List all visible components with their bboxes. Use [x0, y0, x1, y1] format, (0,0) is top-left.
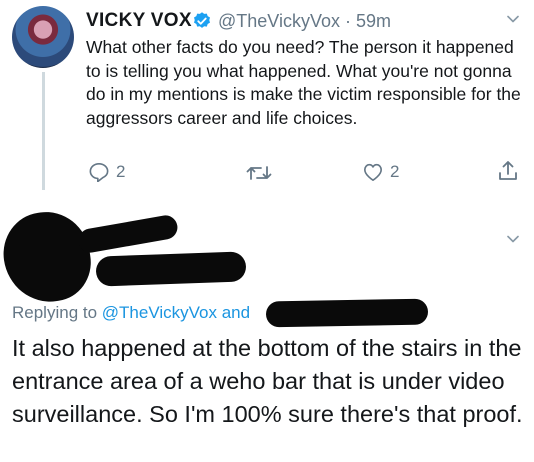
- reply-tweet-text: It also happened at the bottom of the st…: [12, 335, 523, 427]
- avatar[interactable]: [12, 6, 74, 68]
- like-button[interactable]: 2: [362, 162, 399, 182]
- share-button[interactable]: [498, 160, 518, 182]
- share-icon: [499, 161, 517, 180]
- replying-handle-link[interactable]: @TheVickyVox and: [102, 303, 250, 322]
- redacted-handle: [95, 251, 247, 287]
- reply-count: 2: [116, 162, 126, 181]
- thread-connector-line: [42, 72, 45, 190]
- chevron-down-icon[interactable]: [506, 232, 520, 246]
- redacted-mention: [265, 298, 429, 328]
- reply-button[interactable]: 2: [88, 162, 125, 182]
- handle-and-time: @TheVickyVox · 59m: [218, 11, 391, 32]
- like-icon: [364, 163, 382, 181]
- retweet-button[interactable]: [246, 164, 272, 182]
- tweet-timestamp[interactable]: · 59m: [345, 11, 391, 31]
- reply-icon: [89, 163, 109, 182]
- tweet-text: What other facts do you need? The person…: [86, 37, 521, 128]
- like-count: 2: [390, 162, 400, 181]
- replying-to: Replying to @TheVickyVox and: [12, 303, 250, 323]
- retweet-icon: [246, 166, 272, 180]
- replying-prefix: Replying to: [12, 303, 102, 322]
- redacted-display-name: [76, 213, 180, 255]
- chevron-down-icon[interactable]: [506, 12, 520, 26]
- user-handle[interactable]: @TheVickyVox: [218, 11, 340, 31]
- redacted-avatar: [0, 206, 96, 308]
- display-name[interactable]: VICKY VOX: [86, 10, 192, 32]
- verified-badge-icon: [194, 12, 210, 28]
